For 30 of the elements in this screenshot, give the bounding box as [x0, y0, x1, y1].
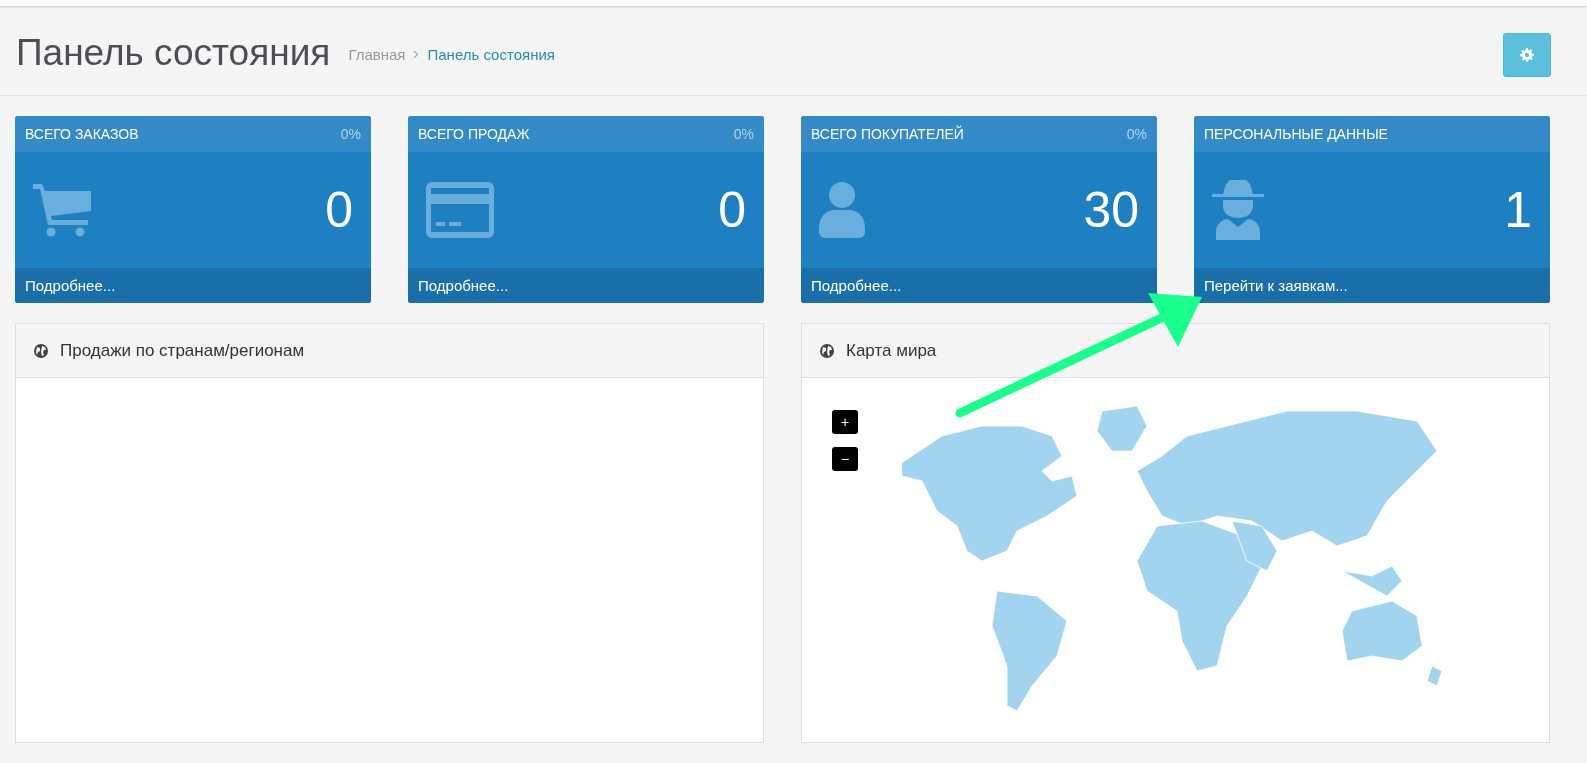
globe-icon	[34, 343, 48, 358]
settings-icon	[1520, 47, 1534, 62]
chevron-icon	[413, 50, 420, 59]
tile-value: 1	[1504, 181, 1532, 239]
spy-icon	[1212, 180, 1264, 240]
globe-icon	[820, 343, 834, 358]
tile-value: 0	[325, 181, 353, 239]
tile-value: 0	[718, 181, 746, 239]
user-icon	[819, 182, 865, 238]
page-title: Панель состояния	[16, 31, 331, 74]
zoom-out-button[interactable]: −	[832, 447, 858, 471]
tile-link[interactable]: Подробнее...	[408, 268, 764, 303]
tile-link[interactable]: Подробнее...	[15, 268, 371, 303]
tile-percent: 0%	[733, 126, 754, 142]
tile-title: ВСЕГО ПОКУПАТЕЛЕЙ	[811, 126, 964, 142]
shopping-cart-icon	[33, 182, 93, 238]
tile-link[interactable]: Перейти к заявкам...	[1194, 268, 1550, 303]
breadcrumb-link[interactable]: Панель состояния	[427, 46, 555, 63]
tile-title: ВСЕГО ПРОДАЖ	[418, 126, 530, 142]
tile-percent: 0%	[1126, 126, 1147, 142]
settings-button[interactable]	[1503, 32, 1551, 77]
tile-title: ПЕРСОНАЛЬНЫЕ ДАННЫЕ	[1204, 126, 1388, 142]
credit-card-icon	[426, 182, 494, 238]
tile-title: ВСЕГО ЗАКАЗОВ	[25, 126, 139, 142]
panel-title: Продажи по странам/регионам	[60, 340, 305, 361]
tile-value: 30	[1083, 181, 1139, 239]
panel-title: Карта мира	[846, 340, 937, 361]
tile-percent: 0%	[340, 126, 361, 142]
zoom-in-button[interactable]: +	[832, 410, 858, 434]
tile-link[interactable]: Подробнее...	[801, 268, 1157, 303]
